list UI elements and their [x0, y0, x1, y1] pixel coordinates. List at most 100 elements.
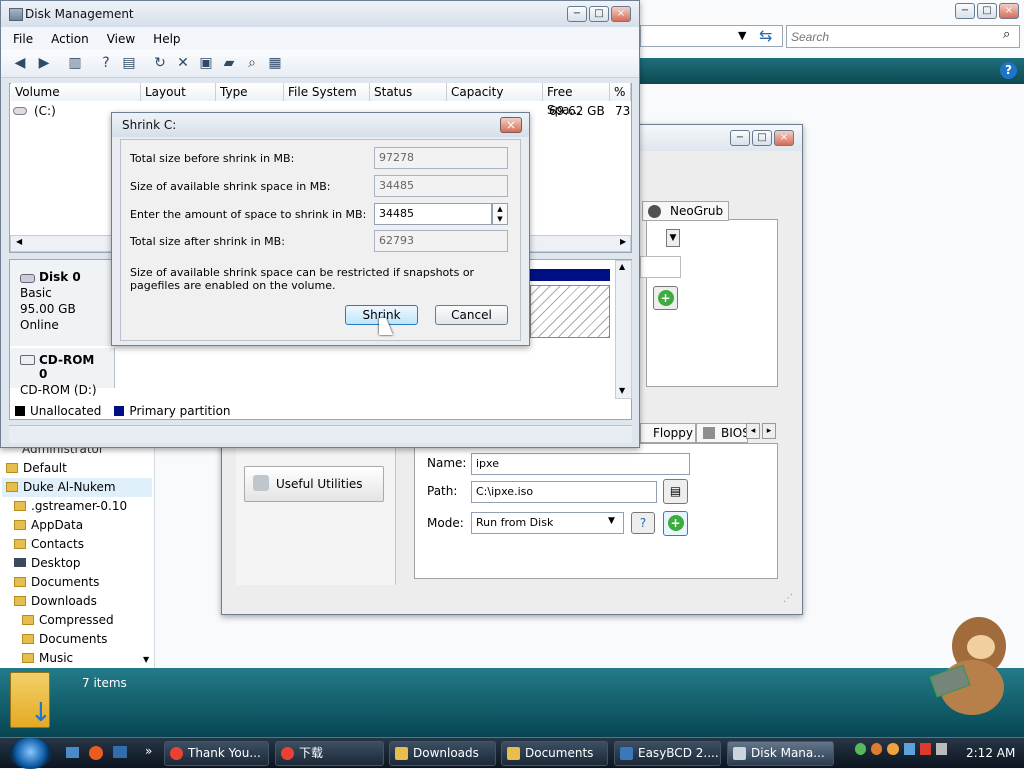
name-field[interactable]: ipxe	[471, 453, 690, 475]
delete-icon[interactable]: ✕	[174, 55, 192, 72]
column-capacity[interactable]: Capacity	[447, 83, 543, 101]
tray-sync-icon[interactable]	[871, 743, 883, 755]
taskbar-item-downloads[interactable]: Downloads	[389, 741, 496, 766]
nav-item[interactable]: Documents	[2, 573, 152, 592]
add-top-icon[interactable]: +	[653, 286, 678, 310]
search-icon[interactable]: ⌕	[1003, 27, 1010, 42]
scroll-up-icon[interactable]: ▲	[619, 262, 625, 271]
close-button[interactable]: ×	[999, 3, 1019, 19]
resize-grip-icon[interactable]: ⋰	[783, 593, 793, 604]
column-status[interactable]: Status	[370, 83, 447, 101]
menu-action[interactable]: Action	[51, 32, 89, 46]
back-icon[interactable]: ◀	[11, 55, 29, 72]
column-layout[interactable]: Layout	[141, 83, 216, 101]
mode-select[interactable]: Run from Disk	[471, 512, 624, 534]
search-input[interactable]	[786, 25, 1020, 48]
clock[interactable]: 2:12 AM	[966, 746, 1015, 760]
path-field[interactable]: C:\ipxe.iso	[471, 481, 657, 503]
minimize-button[interactable]: −	[955, 3, 975, 19]
close-button[interactable]: ×	[611, 6, 631, 22]
menu-file[interactable]: File	[13, 32, 33, 46]
nav-item[interactable]: Compressed	[2, 611, 152, 630]
tab-floppy[interactable]: Floppy	[640, 423, 696, 443]
mode-dropdown-arrow-icon[interactable]: ▼	[608, 516, 615, 526]
name-label: Name:	[427, 456, 467, 470]
nav-item-selected[interactable]: Duke Al-Nukem	[2, 478, 152, 497]
refresh-icon[interactable]: ⇆	[759, 26, 772, 45]
spinner-up-icon[interactable]: ▲	[493, 204, 507, 214]
add-entry-icon[interactable]: +	[663, 511, 688, 536]
tray-volume-icon[interactable]	[935, 743, 948, 755]
taskbar-item-easybcd[interactable]: EasyBCD 2....	[614, 741, 721, 766]
menu-view[interactable]: View	[107, 32, 135, 46]
scroll-right-icon[interactable]: ▶	[620, 237, 626, 246]
quick-launch-desktop-icon[interactable]	[66, 747, 79, 758]
mode-help-icon[interactable]: ?	[631, 512, 655, 534]
nav-item[interactable]: AppData	[2, 516, 152, 535]
column-free-space[interactable]: Free Spa...	[543, 83, 610, 117]
check-icon[interactable]: ▣	[197, 55, 215, 72]
disk-management-titlebar: Disk Management	[1, 1, 639, 27]
tray-display-icon[interactable]	[903, 743, 915, 755]
properties-icon[interactable]: ▤	[120, 55, 138, 72]
scroll-left-icon[interactable]: ◀	[16, 237, 22, 246]
top-path-field[interactable]	[640, 256, 681, 278]
chrome-icon	[281, 747, 294, 760]
nav-item[interactable]: Documents	[2, 630, 152, 649]
maximize-button[interactable]: □	[977, 3, 997, 19]
minimize-button[interactable]: −	[730, 130, 750, 146]
nav-item[interactable]: Music	[2, 649, 152, 668]
column-file-system[interactable]: File System	[284, 83, 370, 101]
help-icon[interactable]: ?	[1000, 62, 1017, 79]
nav-item[interactable]: .gstreamer-0.10	[2, 497, 152, 516]
shrink-amount-input[interactable]: 34485	[374, 203, 492, 225]
system-tray	[855, 743, 948, 763]
tab-scroll-right-icon[interactable]: ▸	[762, 423, 776, 439]
close-button[interactable]: ×	[774, 130, 794, 146]
forward-icon[interactable]: ▶	[35, 55, 53, 72]
nav-item[interactable]: Downloads	[2, 592, 152, 611]
column-type[interactable]: Type	[216, 83, 284, 101]
search-icon[interactable]: ⌕	[243, 55, 261, 72]
spinner-down-icon[interactable]: ▼	[493, 214, 507, 224]
taskbar-item-download-cn[interactable]: 下载	[275, 741, 384, 766]
nav-item[interactable]: Default	[2, 459, 152, 478]
nav-item[interactable]: Contacts	[2, 535, 152, 554]
maximize-button[interactable]: □	[752, 130, 772, 146]
top-dropdown-arrow-icon[interactable]: ▼	[666, 229, 680, 247]
taskbar-item-disk-management[interactable]: Disk Mana...	[727, 741, 834, 766]
console-tree-icon[interactable]: ▥	[66, 55, 84, 72]
tray-search-icon[interactable]	[887, 743, 899, 755]
nav-item[interactable]: Desktop	[2, 554, 152, 573]
shrink-spinner[interactable]: ▲ ▼	[492, 203, 508, 225]
tab-scroll-left-icon[interactable]: ◂	[746, 423, 760, 439]
column-volume[interactable]: Volume	[11, 83, 141, 101]
open-folder-icon[interactable]: ▰	[220, 55, 238, 72]
tray-shield-icon[interactable]	[919, 743, 931, 755]
shrink-close-button[interactable]: ×	[500, 117, 522, 133]
column-percent-free[interactable]: % F	[610, 83, 631, 101]
quick-launch-computer-icon[interactable]	[113, 746, 127, 758]
primary-partition-bar[interactable]	[530, 269, 610, 281]
quick-launch-browser-icon[interactable]	[89, 746, 103, 760]
taskbar-expand-icon[interactable]: »	[145, 744, 152, 758]
taskbar-item-thank-you[interactable]: Thank You...	[164, 741, 269, 766]
start-button[interactable]	[9, 738, 52, 769]
maximize-button[interactable]: □	[589, 6, 609, 22]
menu-help[interactable]: Help	[153, 32, 180, 46]
taskbar-item-documents[interactable]: Documents	[501, 741, 608, 766]
dropdown-arrow-icon[interactable]: ▼	[738, 29, 746, 42]
scroll-down-icon[interactable]: ▼	[619, 386, 625, 395]
browse-button[interactable]: ▤	[663, 479, 688, 504]
easybcd-caption-buttons: − □ ×	[730, 130, 794, 146]
help-book-icon[interactable]: ?	[97, 55, 115, 72]
tray-network-icon[interactable]	[855, 743, 867, 755]
neogrub-icon	[648, 205, 661, 218]
partition-hatched-area[interactable]	[530, 285, 610, 338]
vertical-scrollbar[interactable]	[615, 260, 632, 399]
cancel-button[interactable]: Cancel	[435, 305, 508, 325]
settings-icon[interactable]: ▦	[266, 55, 284, 72]
navigation-scroll-arrow-icon[interactable]: ▼	[143, 655, 149, 664]
refresh-icon[interactable]: ↻	[151, 55, 169, 72]
minimize-button[interactable]: −	[567, 6, 587, 22]
